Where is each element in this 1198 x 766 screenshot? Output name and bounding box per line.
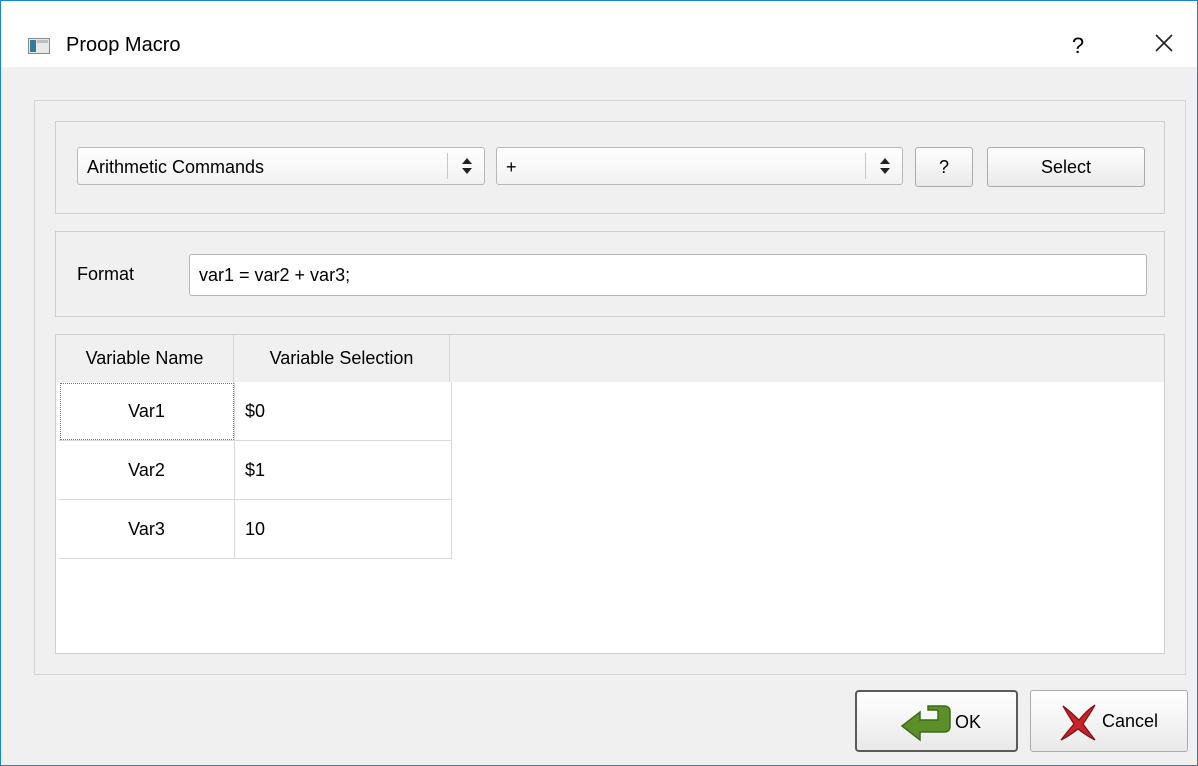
close-icon <box>1155 34 1173 52</box>
variable-name-cell[interactable]: Var1 <box>59 382 235 441</box>
command-category-combobox[interactable]: Arithmetic Commands <box>77 147 485 185</box>
format-value: var1 = var2 + var3; <box>199 265 351 285</box>
command-category-value: Arithmetic Commands <box>87 157 265 177</box>
window-title: Proop Macro <box>66 34 181 56</box>
main-panel: Arithmetic Commands + ? Select Format va… <box>34 100 1186 675</box>
table-header: Variable Name Variable Selection <box>56 335 1164 382</box>
red-x-icon <box>1060 704 1096 741</box>
variables-table: Variable Name Variable Selection Var1 $0… <box>55 334 1165 654</box>
select-button[interactable]: Select <box>987 147 1145 187</box>
command-help-button[interactable]: ? <box>915 147 973 187</box>
spinner-arrows-icon <box>880 158 890 174</box>
header-variable-selection[interactable]: Variable Selection <box>234 335 450 382</box>
format-group: Format var1 = var2 + var3; <box>55 231 1165 317</box>
cancel-label: Cancel <box>1102 711 1159 731</box>
ok-button[interactable]: OK <box>855 690 1018 752</box>
help-button[interactable]: ? <box>1063 31 1093 61</box>
combobox-separator <box>865 153 866 179</box>
variable-selection-cell[interactable]: $1 <box>235 441 452 500</box>
table-row[interactable]: Var2 $1 <box>59 441 452 500</box>
format-input[interactable]: var1 = var2 + var3; <box>189 254 1147 296</box>
ok-label: OK <box>955 712 982 732</box>
spinner-arrows-icon <box>462 158 472 174</box>
close-button[interactable] <box>1149 31 1179 61</box>
command-selection-group: Arithmetic Commands + ? Select <box>55 121 1165 214</box>
cancel-button[interactable]: Cancel <box>1030 690 1188 752</box>
variable-selection-cell[interactable]: 10 <box>235 500 452 559</box>
green-arrow-icon <box>900 705 951 742</box>
command-operator-combobox[interactable]: + <box>496 147 903 185</box>
table-row[interactable]: Var1 $0 <box>59 382 452 441</box>
variable-name-cell[interactable]: Var3 <box>59 500 235 559</box>
combobox-separator <box>447 153 448 179</box>
variable-name-cell[interactable]: Var2 <box>59 441 235 500</box>
table-row[interactable]: Var3 10 <box>59 500 452 559</box>
proop-macro-dialog: Proop Macro ? Arithmetic Commands + ? Se… <box>0 0 1198 766</box>
app-window-icon <box>28 38 50 54</box>
command-operator-value: + <box>506 157 517 177</box>
format-label: Format <box>77 264 135 284</box>
header-variable-name[interactable]: Variable Name <box>56 335 234 382</box>
variable-selection-cell[interactable]: $0 <box>235 382 452 441</box>
title-bar[interactable]: Proop Macro ? <box>1 1 1197 67</box>
